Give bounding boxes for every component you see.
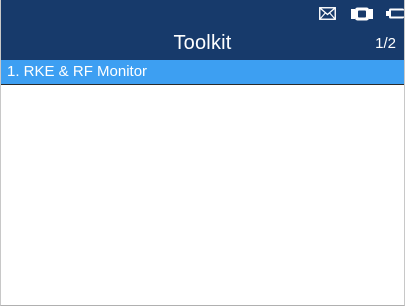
page-indicator: 1/2	[375, 35, 396, 52]
menu-list: 1. RKE & RF Monitor	[1, 60, 404, 85]
device-screen: Toolkit 1/2 1. RKE & RF Monitor	[0, 0, 405, 306]
title-bar: Toolkit 1/2	[1, 27, 404, 60]
status-icons	[319, 0, 404, 27]
page-title: Toolkit	[173, 32, 232, 54]
envelope-icon	[319, 7, 336, 20]
status-bar	[1, 0, 404, 27]
menu-item-rke-rf-monitor[interactable]: 1. RKE & RF Monitor	[1, 60, 404, 85]
battery-icon	[386, 8, 404, 19]
vci-connection-icon	[351, 7, 373, 21]
